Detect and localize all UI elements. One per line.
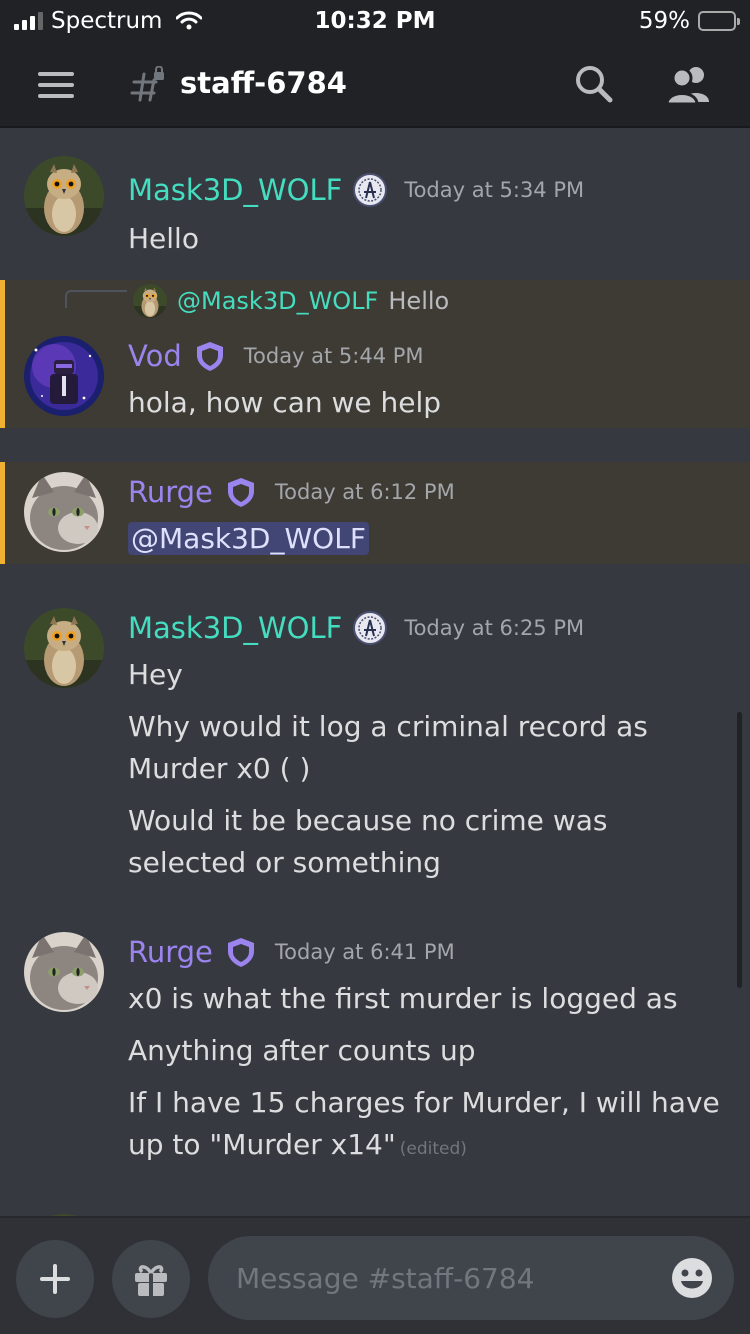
hamburger-icon[interactable]: [38, 72, 74, 98]
avatar[interactable]: [24, 932, 104, 1012]
message-text: @Mask3D_WOLF: [128, 518, 728, 560]
wifi-icon: [176, 11, 203, 30]
message[interactable]: Mask3D_WOLF Today at 5:34 PM Hello: [0, 148, 750, 255]
message-text: Anything after counts up: [128, 1034, 476, 1067]
message-mention[interactable]: @Mask3D_WOLF Hello Vod Today at 5:44 PM …: [0, 280, 750, 428]
message-input[interactable]: [236, 1236, 656, 1320]
timestamp: Today at 6:12 PM: [274, 480, 455, 504]
reply-author[interactable]: @Mask3D_WOLF: [177, 287, 378, 315]
scrollbar[interactable]: [737, 712, 742, 988]
signal-icon: [14, 12, 43, 30]
gift-button[interactable]: [112, 1240, 190, 1318]
plus-icon: [40, 1264, 70, 1294]
battery-icon: [698, 11, 740, 31]
message-text: Hello: [128, 222, 199, 255]
reply-spine: [65, 290, 127, 308]
message[interactable]: Mask3D_WOLF Today at 6:25 PM Hey Why wou…: [0, 600, 750, 890]
message-text: If I have 15 charges for Murder, I will …: [128, 1082, 728, 1170]
members-icon[interactable]: [666, 64, 712, 104]
message-text: Why would it log a criminal record as Mu…: [128, 710, 648, 785]
channel-name: staff-6784: [180, 66, 347, 100]
emoji-icon[interactable]: [670, 1256, 714, 1300]
composer-bar: [0, 1216, 750, 1334]
shield-badge-icon: [227, 478, 254, 507]
status-bar: Spectrum 10:32 PM 59%: [0, 0, 750, 44]
reply-reference[interactable]: @Mask3D_WOLF Hello: [133, 284, 449, 318]
timestamp: Today at 6:25 PM: [404, 616, 585, 640]
avatar[interactable]: [24, 336, 104, 416]
edited-label: (edited): [399, 1139, 467, 1159]
search-icon[interactable]: [574, 64, 614, 104]
carrier: Spectrum: [14, 8, 203, 34]
battery-percent: 59%: [638, 8, 690, 34]
message[interactable]: Rurge Today at 6:41 PM x0 is what the fi…: [0, 924, 750, 1184]
reply-avatar: [133, 284, 167, 318]
message-text: hola, how can we help: [128, 386, 442, 419]
add-attachment-button[interactable]: [16, 1240, 94, 1318]
author-name[interactable]: Rurge: [128, 475, 213, 509]
channel-header: staff-6784: [0, 44, 750, 128]
user-mention[interactable]: @Mask3D_WOLF: [128, 522, 369, 555]
timestamp: Today at 6:41 PM: [274, 940, 455, 964]
reply-text: Hello: [388, 287, 450, 315]
server-seal-icon: [353, 611, 388, 645]
gift-icon: [135, 1265, 167, 1296]
carrier-name: Spectrum: [51, 8, 163, 34]
locked-hash-icon: [130, 66, 164, 102]
avatar[interactable]: [24, 472, 104, 552]
author-name[interactable]: Mask3D_WOLF: [128, 611, 342, 645]
message-mention[interactable]: Rurge Today at 6:12 PM @Mask3D_WOLF: [0, 462, 750, 564]
battery: 59%: [638, 8, 740, 34]
shield-badge-icon: [227, 938, 254, 967]
message-list[interactable]: Mask3D_WOLF Today at 5:34 PM Hello @Mask…: [0, 130, 750, 1216]
timestamp: Today at 5:44 PM: [243, 344, 424, 368]
shield-badge-icon: [196, 342, 223, 371]
author-name[interactable]: Rurge: [128, 935, 213, 969]
message-text: Would it be because no crime was selecte…: [128, 804, 608, 879]
timestamp: Today at 5:34 PM: [404, 178, 585, 202]
message-text: Hey: [128, 658, 183, 691]
server-seal-icon: [353, 173, 388, 207]
message-text: x0 is what the first murder is logged as: [128, 982, 678, 1015]
message-composer[interactable]: [208, 1236, 734, 1320]
avatar[interactable]: [24, 156, 104, 236]
avatar[interactable]: [24, 608, 104, 688]
author-name[interactable]: Vod: [128, 339, 182, 373]
author-name[interactable]: Mask3D_WOLF: [128, 173, 342, 207]
